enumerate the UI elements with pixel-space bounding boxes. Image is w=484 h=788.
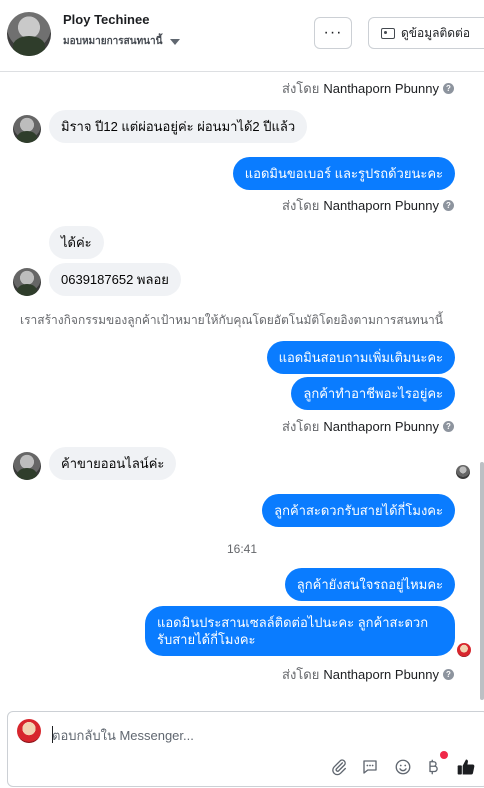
sent-by-line: ส่งโดย Nanthaporn Pbunny ? xyxy=(282,78,454,99)
customer-avatar-small xyxy=(13,115,41,143)
info-icon[interactable]: ? xyxy=(443,200,454,211)
text-cursor xyxy=(52,726,53,743)
sent-by-prefix: ส่งโดย xyxy=(282,81,320,96)
outgoing-message[interactable]: แอดมินสอบถามเพิ่มเติมนะคะ xyxy=(266,341,455,374)
more-icon: ··· xyxy=(323,24,343,41)
sent-by-prefix: ส่งโดย xyxy=(282,198,320,213)
emoji-icon xyxy=(395,759,411,775)
agent-name: Nanthaporn Pbunny xyxy=(323,419,439,434)
attach-button[interactable] xyxy=(328,756,350,778)
message-thread[interactable]: ส่งโดย Nanthaporn Pbunny ? มิราจ ปี12 แต… xyxy=(0,73,484,703)
saved-replies-button[interactable] xyxy=(359,756,381,778)
sent-by-line: ส่งโดย Nanthaporn Pbunny ? xyxy=(282,664,454,685)
view-contact-button[interactable]: ดูข้อมูลติดต่อ xyxy=(368,17,484,49)
sent-by-line: ส่งโดย Nanthaporn Pbunny ? xyxy=(282,416,454,437)
info-icon[interactable]: ? xyxy=(443,421,454,432)
info-icon[interactable]: ? xyxy=(443,83,454,94)
emoji-button[interactable] xyxy=(392,756,414,778)
outgoing-message[interactable]: ลูกค้าสะดวกรับสายได้กี่โมงคะ xyxy=(262,494,455,527)
payment-button[interactable] xyxy=(422,756,444,778)
customer-avatar-small xyxy=(13,268,41,296)
more-options-button[interactable]: ··· xyxy=(314,17,352,49)
incoming-message[interactable]: ค้าขายออนไลน์ค่ะ xyxy=(49,447,177,480)
message-timestamp: 16:41 xyxy=(226,542,258,556)
outgoing-message[interactable]: ลูกค้ายังสนใจรถอยู่ไหมคะ xyxy=(284,568,455,601)
incoming-message[interactable]: 0639187652 พลอย xyxy=(49,263,181,296)
conversation-title: Ploy Techinee xyxy=(63,12,150,27)
sent-by-prefix: ส่งโดย xyxy=(282,667,320,682)
notification-dot xyxy=(440,751,448,759)
outgoing-message[interactable]: ลูกค้าทำอาชีพอะไรอยู่คะ xyxy=(291,377,455,410)
customer-avatar[interactable] xyxy=(7,12,51,56)
reply-input[interactable] xyxy=(52,725,452,745)
baht-icon xyxy=(429,759,438,775)
agent-seen-avatar xyxy=(457,643,471,657)
outgoing-message[interactable]: แอดมินประสานเซลล์ติดต่อไปนะคะ ลูกค้าสะดว… xyxy=(145,606,455,656)
incoming-message[interactable]: ได้ค่ะ xyxy=(49,226,104,259)
info-icon[interactable]: ? xyxy=(443,669,454,680)
contact-card-icon xyxy=(381,27,395,39)
agent-name: Nanthaporn Pbunny xyxy=(323,81,439,96)
sent-by-line: ส่งโดย Nanthaporn Pbunny ? xyxy=(282,195,454,216)
assign-label: มอบหมายการสนทนานี้ xyxy=(63,36,163,47)
incoming-message[interactable]: มิราจ ปี12 แต่ผ่อนอยู่ค่ะ ผ่อนมาได้2 ปีแ… xyxy=(49,110,308,143)
saved-reply-icon xyxy=(363,760,377,774)
system-activity-note: เราสร้างกิจกรรมของลูกค้าเป้าหมายให้กับคุ… xyxy=(20,313,443,327)
read-receipt-avatar xyxy=(456,465,470,479)
attach-icon xyxy=(332,759,346,776)
reply-composer xyxy=(7,711,484,787)
conversation-header: Ploy Techinee มอบหมายการสนทนานี้ ··· ดูข… xyxy=(0,0,484,72)
thread-scrollbar[interactable] xyxy=(480,462,484,700)
agent-name: Nanthaporn Pbunny xyxy=(323,198,439,213)
customer-avatar-small xyxy=(13,452,41,480)
view-contact-label: ดูข้อมูลติดต่อ xyxy=(401,25,471,40)
like-icon xyxy=(457,759,475,775)
chevron-down-icon xyxy=(170,38,181,45)
like-button[interactable] xyxy=(455,756,477,778)
agent-name: Nanthaporn Pbunny xyxy=(323,667,439,682)
sent-by-prefix: ส่งโดย xyxy=(282,419,320,434)
agent-avatar xyxy=(17,719,41,743)
assign-conversation-dropdown[interactable]: มอบหมายการสนทนานี้ xyxy=(63,34,181,49)
outgoing-message[interactable]: แอดมินขอเบอร์ และรูปรถด้วยนะคะ xyxy=(232,157,455,190)
